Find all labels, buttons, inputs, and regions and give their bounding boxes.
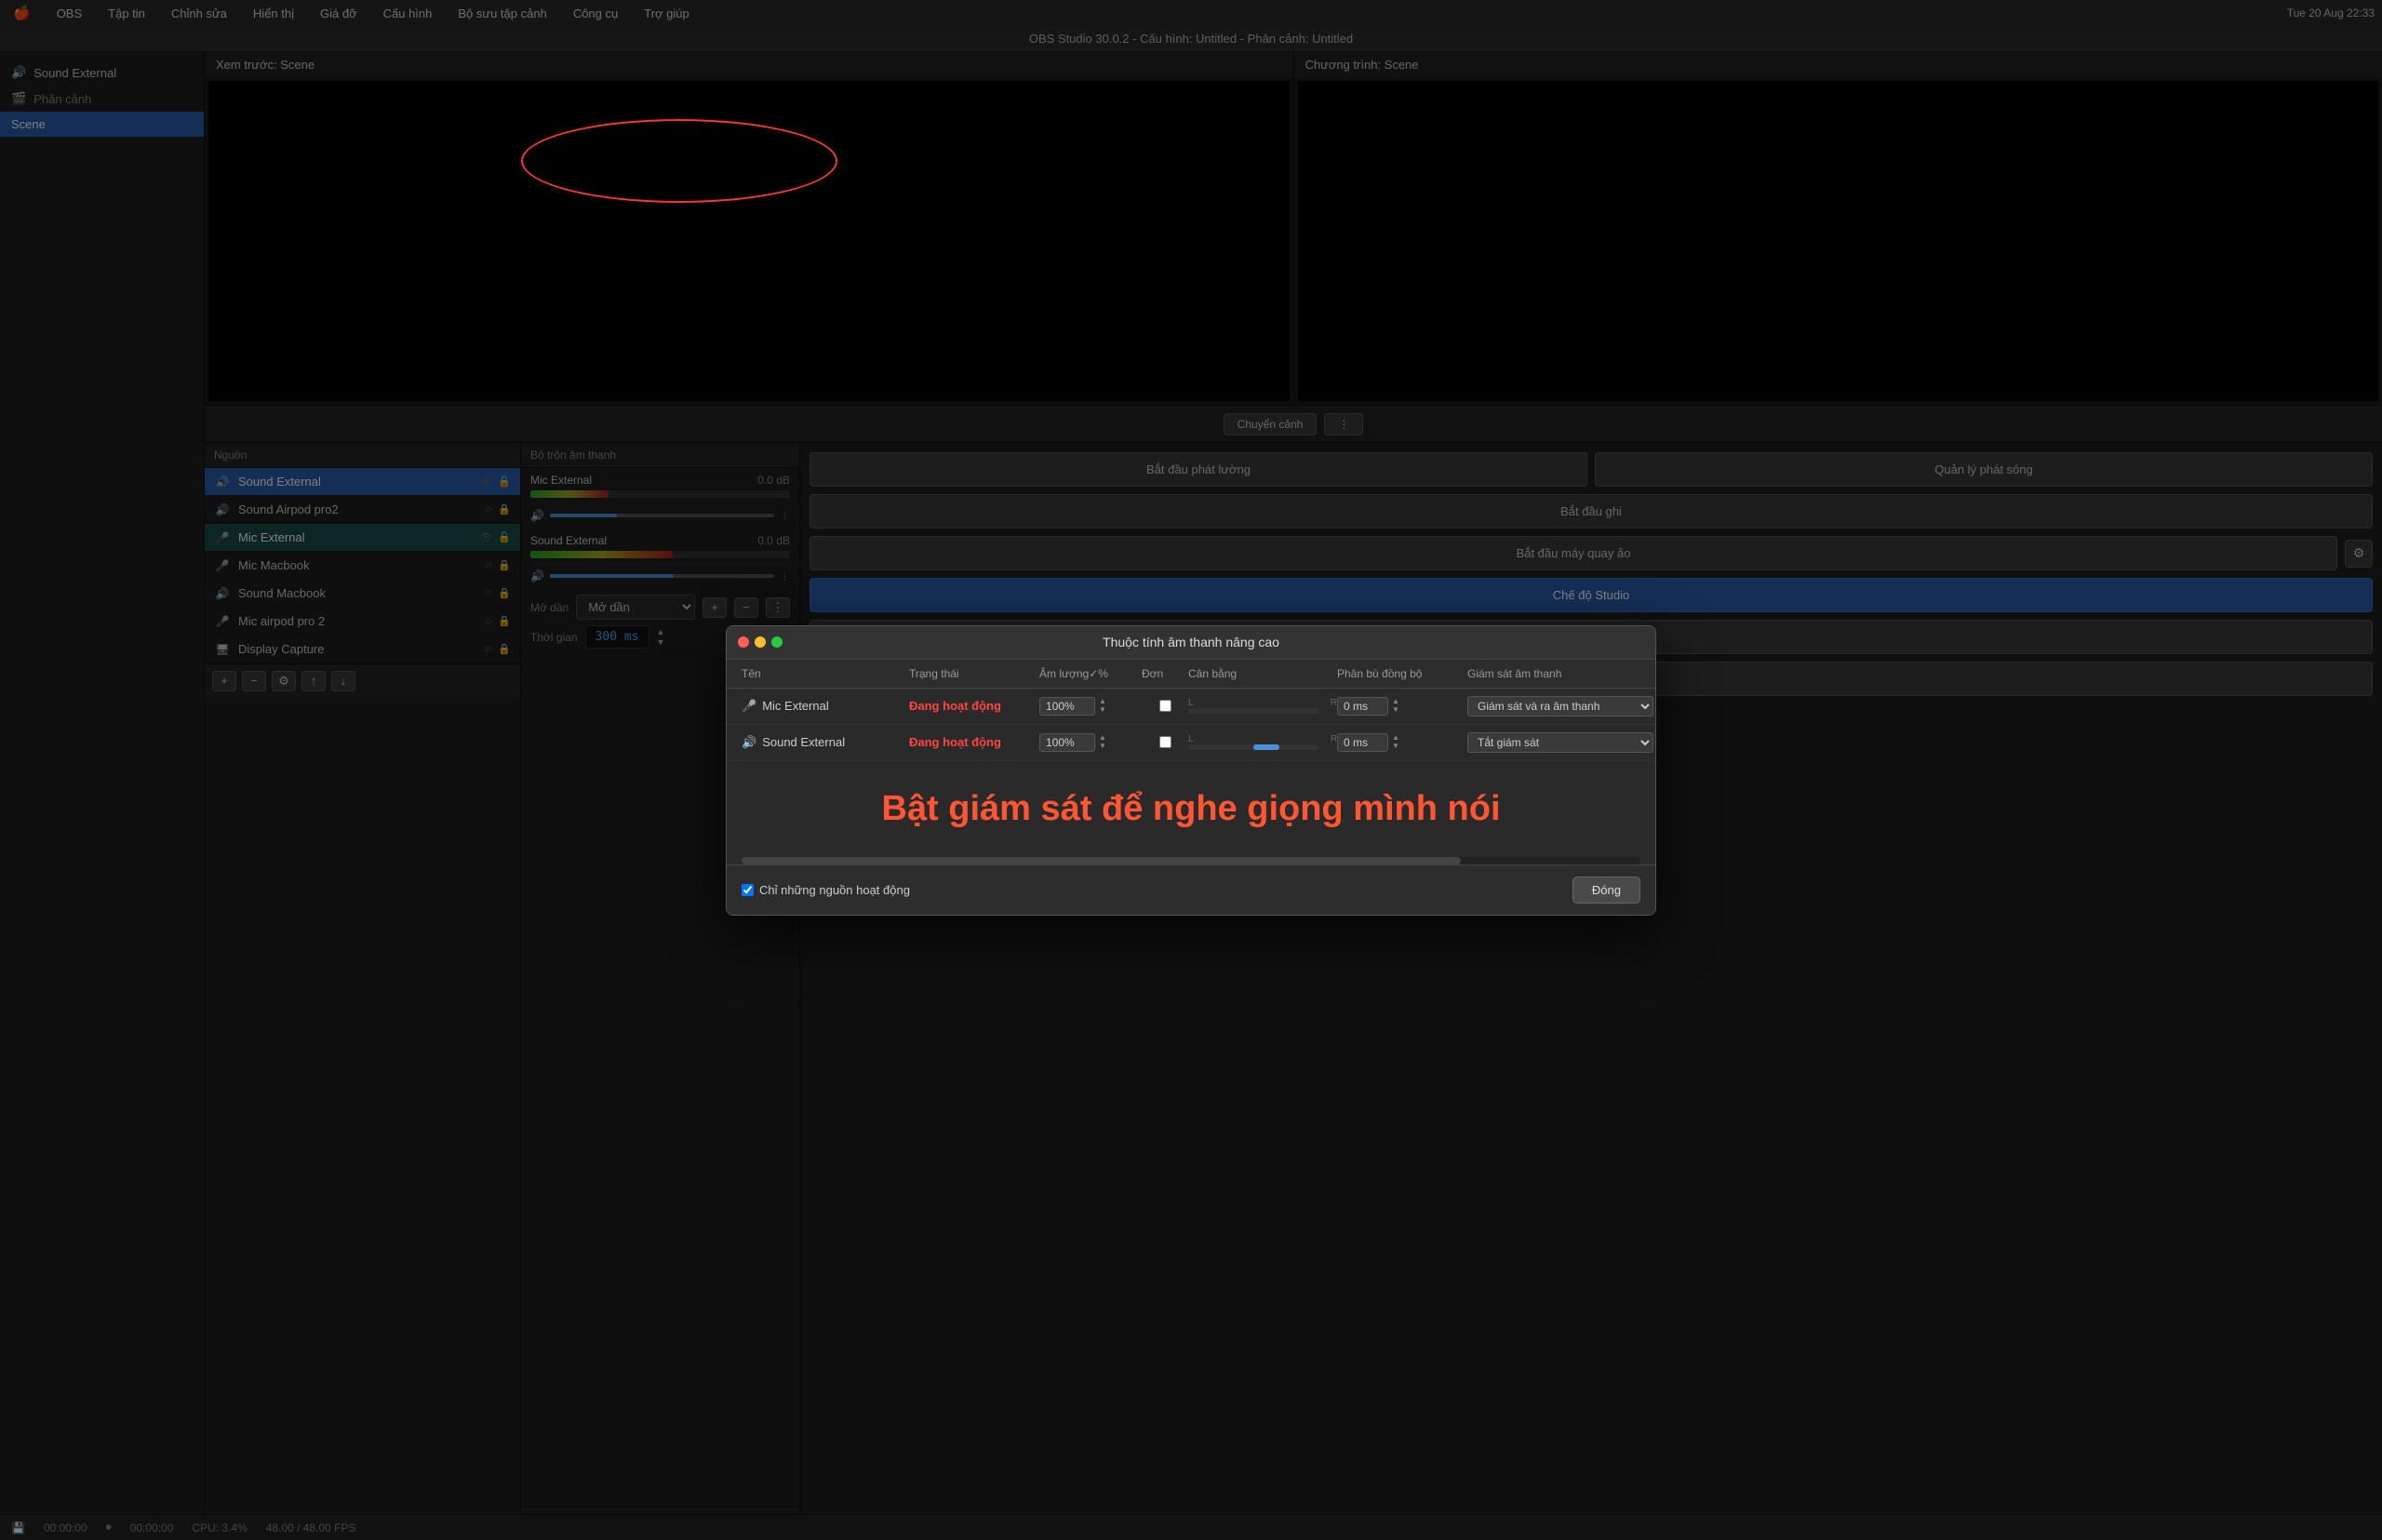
row1-vol-down[interactable]: ▼	[1099, 706, 1106, 714]
col-mono: Đơn	[1142, 667, 1188, 680]
modal-close-button[interactable]: Đóng	[1572, 877, 1640, 904]
modal-title: Thuộc tính âm thanh nâng cao	[1103, 635, 1279, 649]
row1-volume-spinner[interactable]: ▲ ▼	[1099, 698, 1106, 714]
row1-delay-up[interactable]: ▲	[1392, 698, 1399, 705]
row1-mono-checkbox[interactable]	[1159, 700, 1171, 712]
row2-mono-cell	[1142, 736, 1188, 748]
modal-close-traffic-light[interactable]	[738, 636, 749, 648]
row2-volume-input[interactable]	[1039, 733, 1095, 752]
row1-status: Đang hoạt động	[909, 699, 1039, 713]
row1-delay-input[interactable]	[1337, 697, 1388, 716]
row2-vol-up[interactable]: ▲	[1099, 734, 1106, 742]
modal-scrollbar[interactable]	[742, 857, 1640, 864]
col-balance: Cân bằng	[1188, 667, 1337, 680]
row1-vol-up[interactable]: ▲	[1099, 698, 1106, 705]
modal-fullscreen-traffic-light[interactable]	[771, 636, 783, 648]
active-only-checkbox[interactable]	[742, 884, 754, 896]
row1-delay-down[interactable]: ▼	[1392, 706, 1399, 714]
col-monitor: Giám sát âm thanh	[1467, 667, 1656, 680]
modal-advanced-audio: Thuộc tính âm thanh nâng cao Tên Trạng t…	[726, 625, 1656, 916]
row2-delay-input[interactable]	[1337, 733, 1388, 752]
col-name: Tên	[742, 667, 909, 680]
row2-delay-down[interactable]: ▼	[1392, 743, 1399, 750]
modal-overlay: Thuộc tính âm thanh nâng cao Tên Trạng t…	[0, 0, 2382, 1540]
row1-name: Mic External	[762, 699, 829, 713]
row1-volume-cell: ▲ ▼	[1039, 697, 1142, 716]
row2-name: Sound External	[762, 735, 845, 749]
modal-scrollbar-thumb[interactable]	[742, 857, 1461, 864]
row1-balance-bar[interactable]	[1188, 708, 1318, 714]
col-sync: Phân bù đồng bộ	[1337, 667, 1467, 680]
sound-external-icon: 🔊	[742, 735, 756, 750]
modal-titlebar: Thuộc tính âm thanh nâng cao	[727, 626, 1655, 660]
row2-balance-cell: LR	[1188, 734, 1337, 750]
row2-volume-cell: ▲ ▼	[1039, 733, 1142, 752]
row1-balance-cell: LR	[1188, 698, 1337, 714]
row2-status: Đang hoạt động	[909, 735, 1039, 749]
active-only-label: Chỉ những nguồn hoạt động	[759, 883, 910, 897]
row2-monitor-cell: Giám sát và ra âm thanh Tắt giám sát	[1467, 732, 1656, 753]
row2-balance-bar[interactable]	[1188, 744, 1318, 750]
row1-volume-input[interactable]	[1039, 697, 1095, 716]
row2-delay-cell: ▲ ▼	[1337, 733, 1467, 752]
row2-delay-up[interactable]: ▲	[1392, 734, 1399, 742]
row2-mono-checkbox[interactable]	[1159, 736, 1171, 748]
mic-external-icon: 🎤	[742, 699, 756, 714]
row1-monitor-cell: Giám sát và ra âm thanh Tắt giám sát	[1467, 696, 1656, 716]
modal-annotation-text: Bật giám sát để nghe giọng mình nói	[727, 761, 1655, 857]
row1-name-cell: 🎤 Mic External	[742, 699, 909, 714]
row1-delay-cell: ▲ ▼	[1337, 697, 1467, 716]
modal-table-header: Tên Trạng thái Âm lượng✓% Đơn Cân bằng P…	[727, 660, 1655, 689]
balance-l-label: L	[1188, 698, 1194, 708]
row2-name-cell: 🔊 Sound External	[742, 735, 909, 750]
table-row-mic-external: 🎤 Mic External Đang hoạt động ▲ ▼ LR	[727, 689, 1655, 725]
footer-active-only: Chỉ những nguồn hoạt động	[742, 883, 910, 897]
row2-delay-spinner[interactable]: ▲ ▼	[1392, 734, 1399, 750]
table-row-sound-external: 🔊 Sound External Đang hoạt động ▲ ▼ LR	[727, 725, 1655, 761]
modal-footer: Chỉ những nguồn hoạt động Đóng	[727, 864, 1655, 915]
balance2-l-label: L	[1188, 734, 1194, 744]
row2-monitor-select[interactable]: Giám sát và ra âm thanh Tắt giám sát	[1467, 732, 1653, 753]
row1-mono-cell	[1142, 700, 1188, 712]
row2-volume-spinner[interactable]: ▲ ▼	[1099, 734, 1106, 750]
row1-monitor-select[interactable]: Giám sát và ra âm thanh Tắt giám sát	[1467, 696, 1653, 716]
row2-balance-fill	[1253, 744, 1279, 750]
row1-delay-spinner[interactable]: ▲ ▼	[1392, 698, 1399, 714]
modal-minimize-traffic-light[interactable]	[755, 636, 766, 648]
col-volume: Âm lượng✓%	[1039, 667, 1142, 680]
balance2-r-label: R	[1331, 734, 1337, 744]
balance-r-label: R	[1331, 698, 1337, 708]
row2-vol-down[interactable]: ▼	[1099, 743, 1106, 750]
modal-traffic-lights	[738, 636, 783, 648]
col-status: Trạng thái	[909, 667, 1039, 680]
